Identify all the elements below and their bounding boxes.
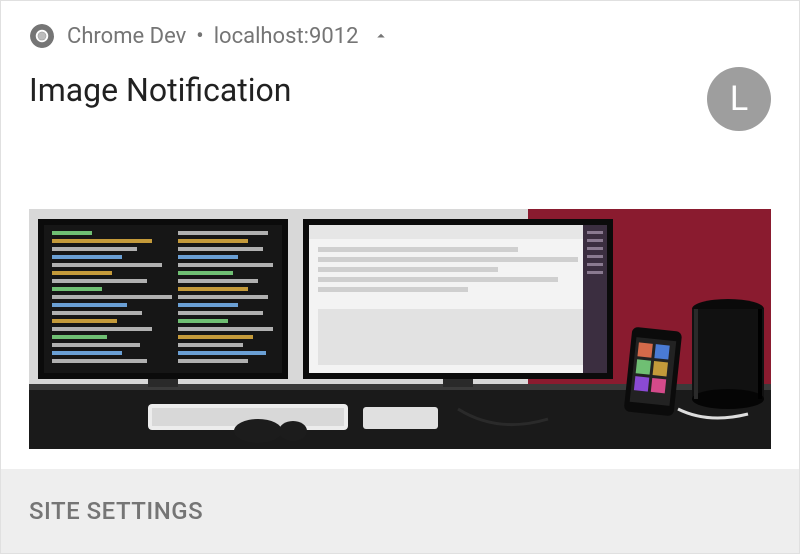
action-bar: SITE SETTINGS — [1, 469, 799, 553]
title-row: Image Notification L — [1, 57, 799, 131]
app-name: Chrome Dev — [67, 24, 186, 49]
avatar-letter: L — [730, 79, 748, 119]
avatar: L — [707, 67, 771, 131]
notification-card: Chrome Dev • localhost:9012 Image Notifi… — [0, 0, 800, 554]
notification-title: Image Notification — [29, 67, 291, 109]
hero-image-container — [1, 131, 799, 469]
hero-image — [29, 209, 771, 449]
separator-dot: • — [196, 24, 203, 49]
chrome-icon — [29, 23, 55, 49]
header-text: Chrome Dev • localhost:9012 — [67, 24, 771, 49]
chevron-up-icon — [372, 27, 390, 45]
notification-header[interactable]: Chrome Dev • localhost:9012 — [1, 1, 799, 57]
site-settings-button[interactable]: SITE SETTINGS — [29, 497, 203, 525]
origin: localhost:9012 — [214, 24, 359, 49]
